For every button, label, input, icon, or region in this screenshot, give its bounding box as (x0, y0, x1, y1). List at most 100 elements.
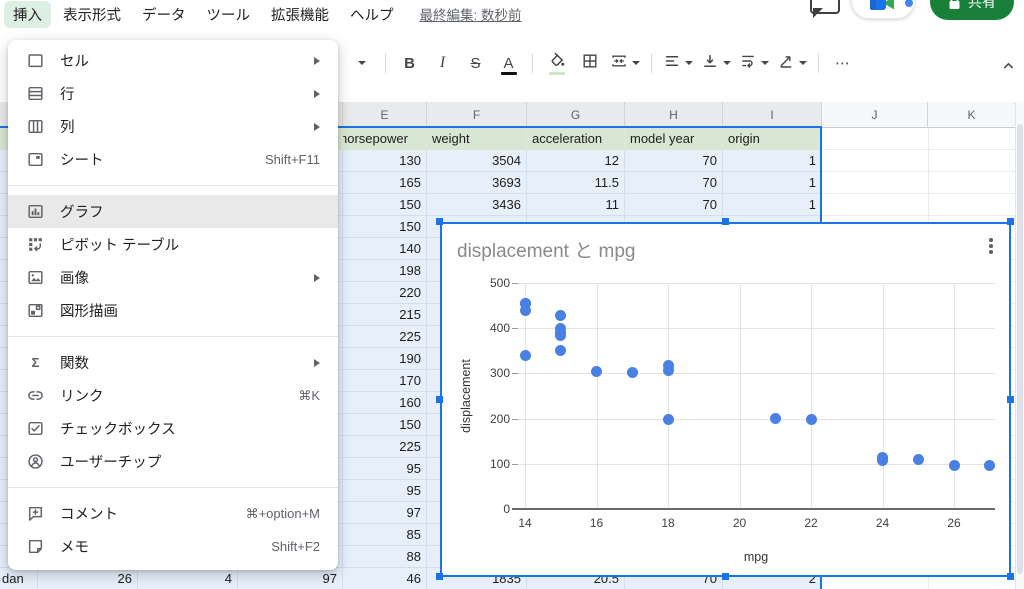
cell-h2[interactable]: 70 (625, 150, 723, 172)
chart-resize-handle[interactable] (1007, 396, 1014, 403)
cell-g4[interactable]: 11 (527, 194, 625, 216)
cell-g2[interactable]: 12 (527, 150, 625, 172)
menu-item-セル[interactable]: セル (8, 44, 338, 77)
share-button[interactable]: 共有 (930, 0, 1014, 20)
column-header-K[interactable]: K (928, 102, 1016, 128)
cell-f4[interactable]: 3436 (427, 194, 527, 216)
column-header-H[interactable]: H (625, 102, 723, 128)
strikethrough-button[interactable]: S (460, 49, 491, 77)
cell-e14[interactable]: 150 (343, 414, 427, 436)
vertical-align-button[interactable] (698, 49, 734, 77)
vertical-scrollbar[interactable] (1015, 102, 1024, 589)
menu-item-列[interactable]: 列 (8, 110, 338, 143)
chart-options-kebab-icon[interactable] (982, 234, 1000, 258)
menu-item-ピボット テーブル[interactable]: ピボット テーブル (8, 228, 338, 261)
text-color-button[interactable]: A (493, 49, 524, 77)
embedded-chart[interactable]: displacement と mpg 141618202224260100200… (440, 222, 1011, 577)
column-header-F[interactable]: F (427, 102, 527, 128)
cell-e3[interactable]: 165 (343, 172, 427, 194)
x-tick-label: 16 (580, 516, 614, 530)
menu-item-図形描画[interactable]: 図形描画 (8, 294, 338, 327)
cell-e6[interactable]: 140 (343, 238, 427, 260)
cell-h3[interactable]: 70 (625, 172, 723, 194)
cell-e10[interactable]: 225 (343, 326, 427, 348)
merge-cells-button[interactable] (607, 49, 643, 77)
menu-item-ユーザーチップ[interactable]: ユーザーチップ (8, 445, 338, 478)
overflow-caret-button[interactable] (346, 49, 377, 77)
menubar-item-挿入[interactable]: 挿入 (4, 1, 51, 28)
menubar-item-ヘルプ[interactable]: ヘルプ (341, 1, 403, 28)
cell-e12[interactable]: 170 (343, 370, 427, 392)
cell-i2[interactable]: 1 (723, 150, 822, 172)
cell-e17[interactable]: 95 (343, 480, 427, 502)
column-header-G[interactable]: G (527, 102, 625, 128)
text-rotation-button[interactable] (774, 49, 810, 77)
cell-f3[interactable]: 3693 (427, 172, 527, 194)
italic-button[interactable]: I (427, 49, 458, 77)
last-edit-link[interactable]: 最終編集: 数秒前 (420, 4, 522, 24)
menu-item-画像[interactable]: 画像 (8, 261, 338, 294)
header-cell-f[interactable]: weight (427, 128, 527, 150)
menu-item-リンク[interactable]: リンク⌘K (8, 379, 338, 412)
menu-item-メモ[interactable]: メモShift+F2 (8, 530, 338, 563)
text-wrap-button[interactable] (736, 49, 772, 77)
menu-item-シート[interactable]: シートShift+F11 (8, 143, 338, 176)
header-cell-g[interactable]: acceleration (527, 128, 625, 150)
cell-e5[interactable]: 150 (343, 216, 427, 238)
cell-e21[interactable]: 46 (343, 568, 427, 589)
cell-b21[interactable]: 26 (38, 568, 138, 589)
cell-e9[interactable]: 215 (343, 304, 427, 326)
borders-button[interactable] (574, 49, 605, 77)
column-header-I[interactable]: I (723, 102, 822, 128)
cell-i3[interactable]: 1 (723, 172, 822, 194)
cell-e7[interactable]: 198 (343, 260, 427, 282)
menu-item-グラフ[interactable]: グラフ (8, 195, 338, 228)
cell-e18[interactable]: 97 (343, 502, 427, 524)
menubar-item-表示形式[interactable]: 表示形式 (54, 1, 130, 28)
chart-resize-handle[interactable] (436, 396, 443, 403)
menubar-item-拡張機能[interactable]: 拡張機能 (262, 1, 338, 28)
cell-e8[interactable]: 220 (343, 282, 427, 304)
cell-e2[interactable]: 130 (343, 150, 427, 172)
comment-history-icon[interactable] (810, 0, 840, 14)
chart-resize-handle[interactable] (1007, 573, 1014, 580)
chart-resize-handle[interactable] (722, 573, 729, 580)
cell-e20[interactable]: 88 (343, 546, 427, 568)
header-cell-i[interactable]: origin (723, 128, 822, 150)
cell-f2[interactable]: 3504 (427, 150, 527, 172)
menubar-item-データ[interactable]: データ (133, 1, 195, 28)
more-button[interactable]: ⋯ (827, 49, 858, 77)
hide-toolbar-button[interactable] (997, 54, 1019, 76)
column-header-J[interactable]: J (822, 102, 928, 128)
menubar-item-ツール[interactable]: ツール (198, 1, 260, 28)
cell-a21[interactable]: dan (0, 568, 38, 589)
cell-e15[interactable]: 225 (343, 436, 427, 458)
cell-c21[interactable]: 4 (138, 568, 238, 589)
menu-item-コメント[interactable]: コメント⌘+option+M (8, 497, 338, 530)
cell-g3[interactable]: 11.5 (527, 172, 625, 194)
menu-item-label: シート (60, 149, 250, 170)
chart-resize-handle[interactable] (1007, 218, 1014, 225)
cell-d21[interactable]: 97 (238, 568, 343, 589)
bold-button[interactable]: B (394, 49, 425, 77)
cell-e4[interactable]: 150 (343, 194, 427, 216)
header-cell-h[interactable]: model year (625, 128, 723, 150)
fill-color-color-bar (549, 72, 565, 76)
cell-e13[interactable]: 160 (343, 392, 427, 414)
cell-h4[interactable]: 70 (625, 194, 723, 216)
fill-color-button[interactable] (541, 49, 572, 77)
chart-resize-handle[interactable] (436, 218, 443, 225)
header-cell-e[interactable]: horsepower (343, 128, 427, 150)
cell-e11[interactable]: 190 (343, 348, 427, 370)
horizontal-align-button[interactable] (660, 49, 696, 77)
menu-item-チェックボックス[interactable]: チェックボックス (8, 412, 338, 445)
cell-e16[interactable]: 95 (343, 458, 427, 480)
cell-i4[interactable]: 1 (723, 194, 822, 216)
cell-e19[interactable]: 85 (343, 524, 427, 546)
menu-item-行[interactable]: 行 (8, 77, 338, 110)
chart-resize-handle[interactable] (436, 573, 443, 580)
column-header-E[interactable]: E (343, 102, 427, 128)
scrollbar-thumb[interactable] (1017, 124, 1023, 574)
menu-item-関数[interactable]: Σ関数 (8, 346, 338, 379)
chart-resize-handle[interactable] (722, 218, 729, 225)
